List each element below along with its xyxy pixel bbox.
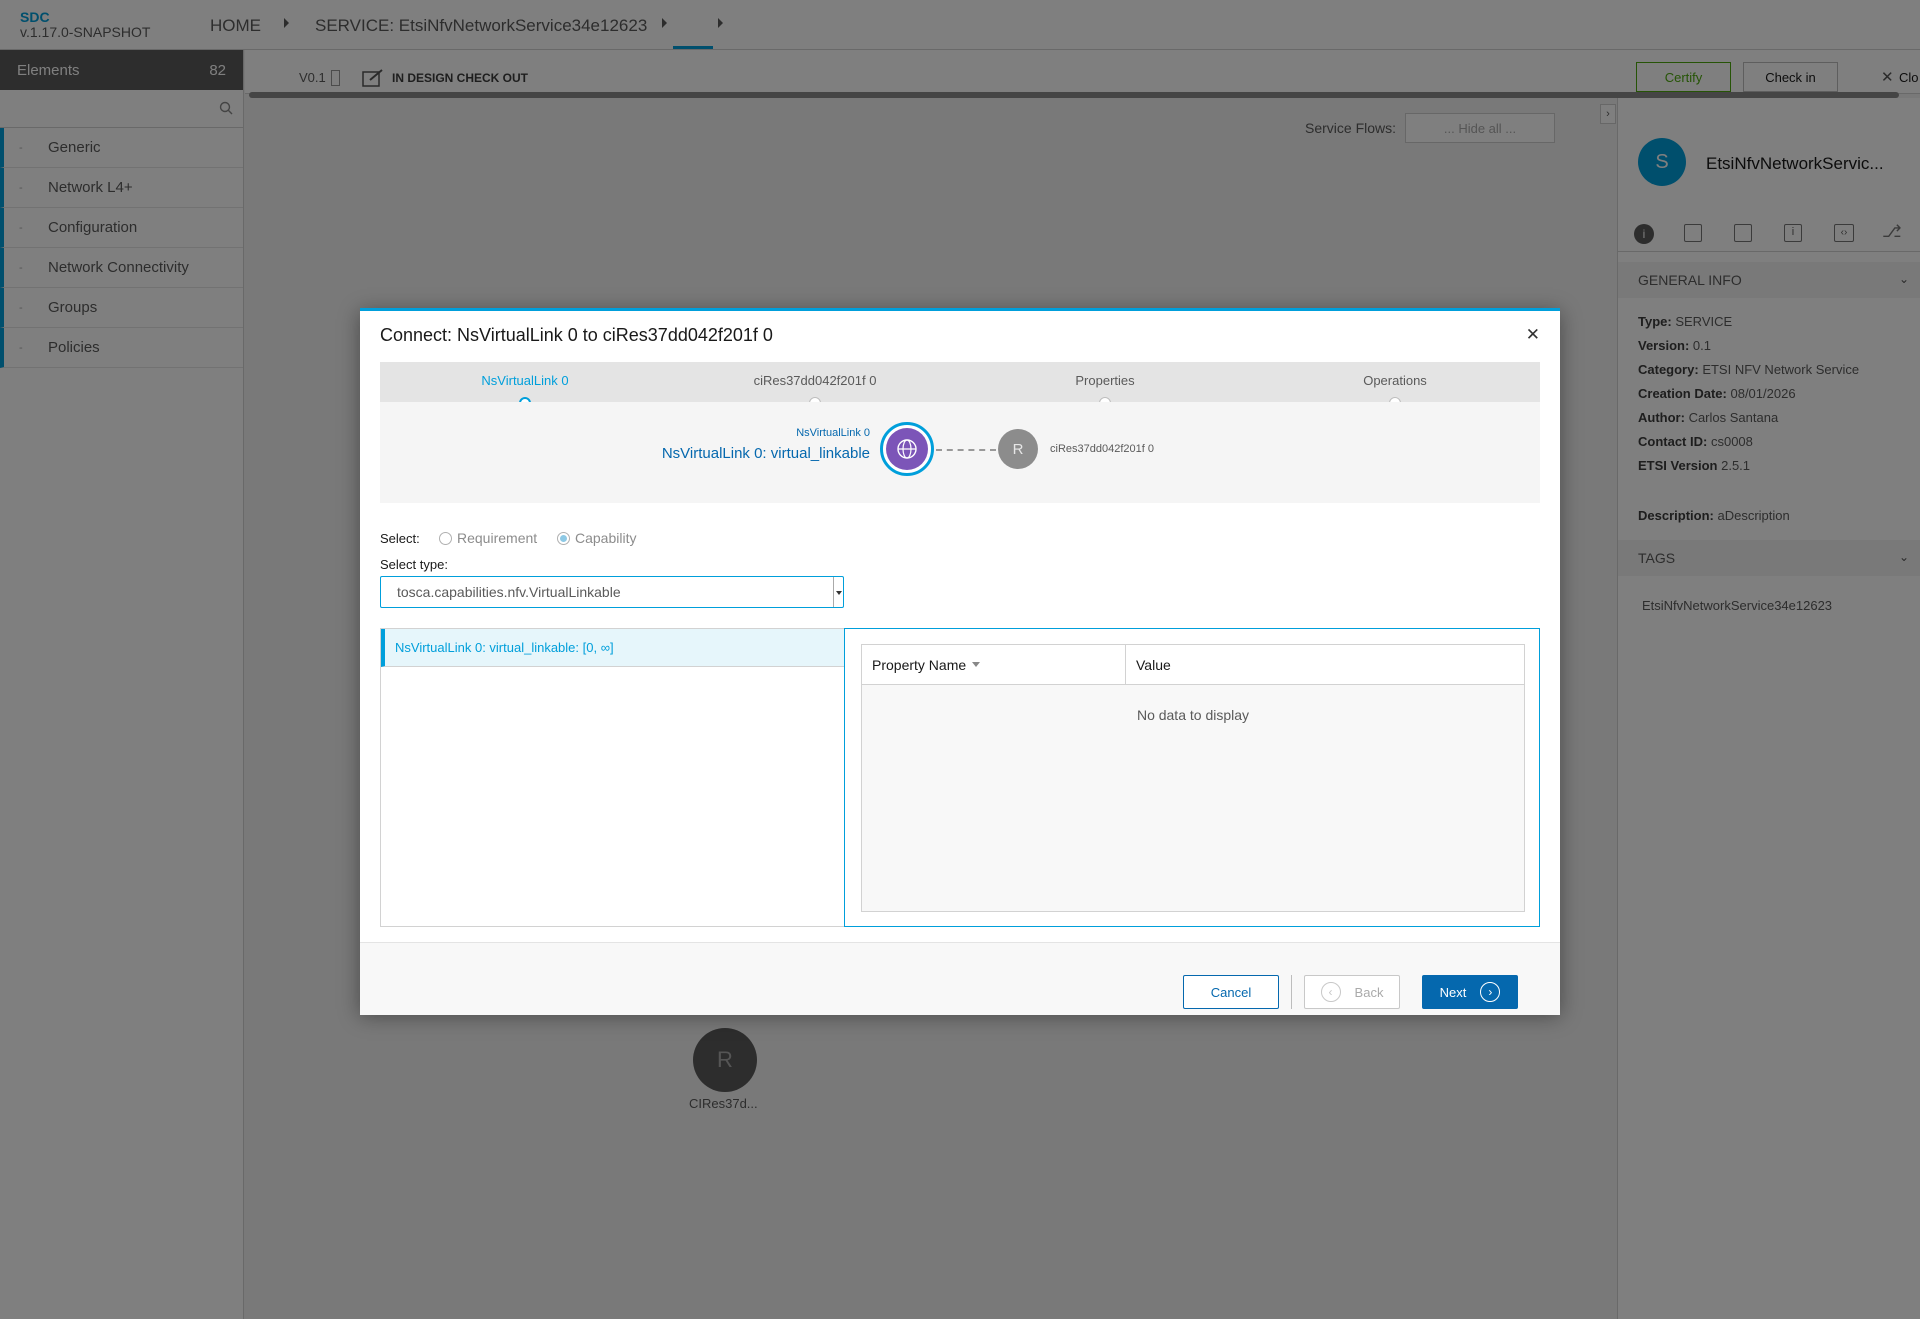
select-type-label: Select type:	[380, 557, 448, 572]
list-item[interactable]: NsVirtualLink 0: virtual_linkable: [0, ∞…	[381, 629, 844, 667]
column-header-label: Property Name	[872, 656, 967, 673]
column-header-property-name[interactable]: Property Name	[862, 645, 1126, 684]
select-type-dropdown[interactable]: tosca.capabilities.nfv.VirtualLinkable	[380, 576, 844, 608]
radio-unchecked-icon[interactable]	[439, 532, 452, 545]
close-icon[interactable]: ✕	[1526, 325, 1540, 345]
capability-list: NsVirtualLink 0: virtual_linkable: [0, ∞…	[380, 628, 845, 927]
step-from-node[interactable]: NsVirtualLink 0	[481, 373, 568, 388]
requirement-radio[interactable]: Requirement	[439, 530, 537, 546]
empty-state: No data to display	[1136, 707, 1250, 723]
to-node-label: ciRes37dd042f201f 0	[1050, 443, 1154, 455]
globe-icon	[886, 428, 928, 470]
modal-title: Connect: NsVirtualLink 0 to ciRes37dd042…	[380, 325, 773, 345]
properties-table: Property Name Value No data to display	[861, 644, 1525, 912]
step-operations[interactable]: Operations	[1363, 373, 1427, 388]
virtual-link-node-icon	[880, 422, 934, 476]
next-button[interactable]: Next ›	[1422, 975, 1518, 1009]
from-node-capability-label: NsVirtualLink 0: virtual_linkable	[661, 445, 870, 462]
column-header-value[interactable]: Value	[1126, 645, 1171, 684]
table-header: Property Name Value	[862, 645, 1524, 685]
select-type-value: tosca.capabilities.nfv.VirtualLinkable	[397, 584, 621, 600]
step-properties[interactable]: Properties	[1075, 373, 1134, 388]
capability-radio-label: Capability	[575, 530, 637, 546]
chevron-right-icon: ›	[1480, 982, 1501, 1002]
sort-down-icon[interactable]	[972, 662, 981, 667]
next-button-label: Next	[1439, 984, 1467, 1000]
capability-radio[interactable]: Capability	[557, 530, 636, 546]
connect-modal: Connect: NsVirtualLink 0 to ciRes37dd042…	[360, 308, 1560, 1015]
wizard-steps: NsVirtualLink 0 ciRes37dd042f201f 0 Prop…	[380, 362, 1540, 409]
radio-checked-icon[interactable]	[557, 532, 570, 545]
requirement-radio-label: Requirement	[457, 530, 538, 546]
back-button[interactable]: ‹ Back	[1304, 975, 1400, 1009]
dropdown-arrow-icon[interactable]	[833, 577, 843, 607]
connection-diagram: NsVirtualLink 0 NsVirtualLink 0: virtual…	[380, 402, 1540, 503]
back-button-label: Back	[1354, 984, 1384, 1000]
step-to-node[interactable]: ciRes37dd042f201f 0	[754, 373, 877, 388]
cancel-button[interactable]: Cancel	[1183, 975, 1279, 1009]
footer-divider	[1291, 975, 1292, 1009]
chevron-left-icon: ‹	[1320, 982, 1341, 1002]
select-label: Select:	[380, 531, 420, 546]
column-header-label: Value	[1136, 656, 1171, 673]
properties-pane: Property Name Value No data to display	[844, 628, 1540, 927]
from-node-small-label: NsVirtualLink 0	[796, 427, 870, 439]
connection-line	[936, 449, 996, 451]
to-node-circle: R	[998, 429, 1038, 469]
